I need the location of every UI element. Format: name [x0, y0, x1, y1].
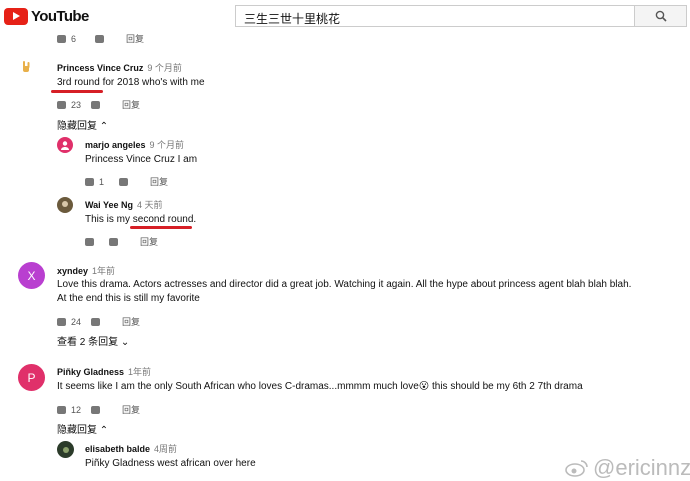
reply-actions: 回复 [85, 235, 158, 248]
reply-button[interactable]: 回复 [140, 235, 158, 248]
red-underline [130, 226, 192, 229]
weibo-logo-icon [565, 460, 588, 477]
thumb-down-icon[interactable] [95, 34, 104, 43]
hide-replies-button[interactable]: 隐藏回复 ⌃ [57, 117, 108, 132]
reply-text: Princess Vince Cruz I am [85, 154, 198, 165]
reply-button[interactable]: 回复 [122, 315, 140, 328]
avatar[interactable] [57, 137, 73, 153]
thumb-up-icon[interactable] [57, 317, 66, 326]
thumb-down-icon[interactable] [91, 100, 100, 109]
reply-actions: 1 回复 [85, 175, 168, 188]
view-replies-button[interactable]: 查看 2 条回复 ⌄ [57, 333, 129, 348]
comment-text-line-2: At the end this is still my favorite [57, 293, 200, 304]
chevron-up-icon: ⌃ [99, 121, 109, 132]
avatar[interactable]: P [18, 364, 45, 391]
comment-actions: 24 回复 [57, 315, 140, 328]
search-input[interactable]: 三生三世十里桃花 [235, 5, 635, 27]
thumb-up-icon[interactable] [57, 100, 66, 109]
rock-hand-icon [23, 61, 30, 72]
reply-button[interactable]: 回复 [122, 403, 140, 416]
comment-actions-partial: 6 回复 [57, 32, 144, 45]
user-photo-icon [62, 201, 68, 207]
thumb-up-icon[interactable] [85, 177, 94, 186]
thumb-down-icon[interactable] [91, 405, 100, 414]
thumb-down-icon[interactable] [109, 237, 118, 246]
avatar[interactable]: X [18, 262, 45, 289]
thumb-down-icon[interactable] [119, 177, 128, 186]
avatar[interactable] [57, 197, 73, 213]
reply-text: This is my second round. [85, 214, 197, 225]
thumb-up-icon[interactable] [85, 237, 94, 246]
comment-author[interactable]: Princess Vince Cruz 9 个月前 [57, 61, 182, 74]
reply-author[interactable]: Wai Yee Ng 4 天前 [85, 198, 163, 211]
thumb-down-icon[interactable] [91, 317, 100, 326]
youtube-logo[interactable]: YouTube [4, 8, 89, 25]
hide-replies-button[interactable]: 隐藏回复 ⌃ [57, 421, 108, 436]
comment-text: It seems like I am the only South Africa… [57, 381, 583, 392]
youtube-play-icon [4, 8, 28, 25]
red-underline [51, 90, 103, 93]
search-icon [655, 10, 667, 22]
comment-author[interactable]: xyndey 1年前 [57, 264, 115, 277]
thumb-up-icon[interactable] [57, 34, 66, 43]
reply-author[interactable]: elisabeth balde 4周前 [85, 442, 177, 455]
comment-text-line-1: Love this drama. Actors actresses and di… [57, 279, 632, 290]
reply-button[interactable]: 回复 [150, 175, 168, 188]
user-photo-icon [62, 446, 69, 453]
comment-actions: 23 回复 [57, 98, 140, 111]
reply-text: Piñky Gladness west african over here [85, 458, 256, 469]
avatar[interactable] [19, 60, 33, 74]
user-icon [61, 141, 69, 150]
reply-button[interactable]: 回复 [126, 32, 144, 45]
avatar[interactable] [57, 441, 74, 458]
comment-actions: 12 回复 [57, 403, 140, 416]
reply-author[interactable]: marjo angeles 9 个月前 [85, 138, 184, 151]
chevron-up-icon: ⌃ [99, 425, 109, 436]
weibo-watermark: @ericinnz [565, 455, 690, 481]
reply-button[interactable]: 回复 [122, 98, 140, 111]
chevron-down-icon: ⌄ [120, 337, 130, 348]
search-button[interactable] [635, 5, 687, 27]
comment-author[interactable]: Piñky Gladness 1年前 [57, 365, 151, 378]
comment-text: 3rd round for 2018 who's with me [57, 77, 205, 88]
thumb-up-icon[interactable] [57, 405, 66, 414]
